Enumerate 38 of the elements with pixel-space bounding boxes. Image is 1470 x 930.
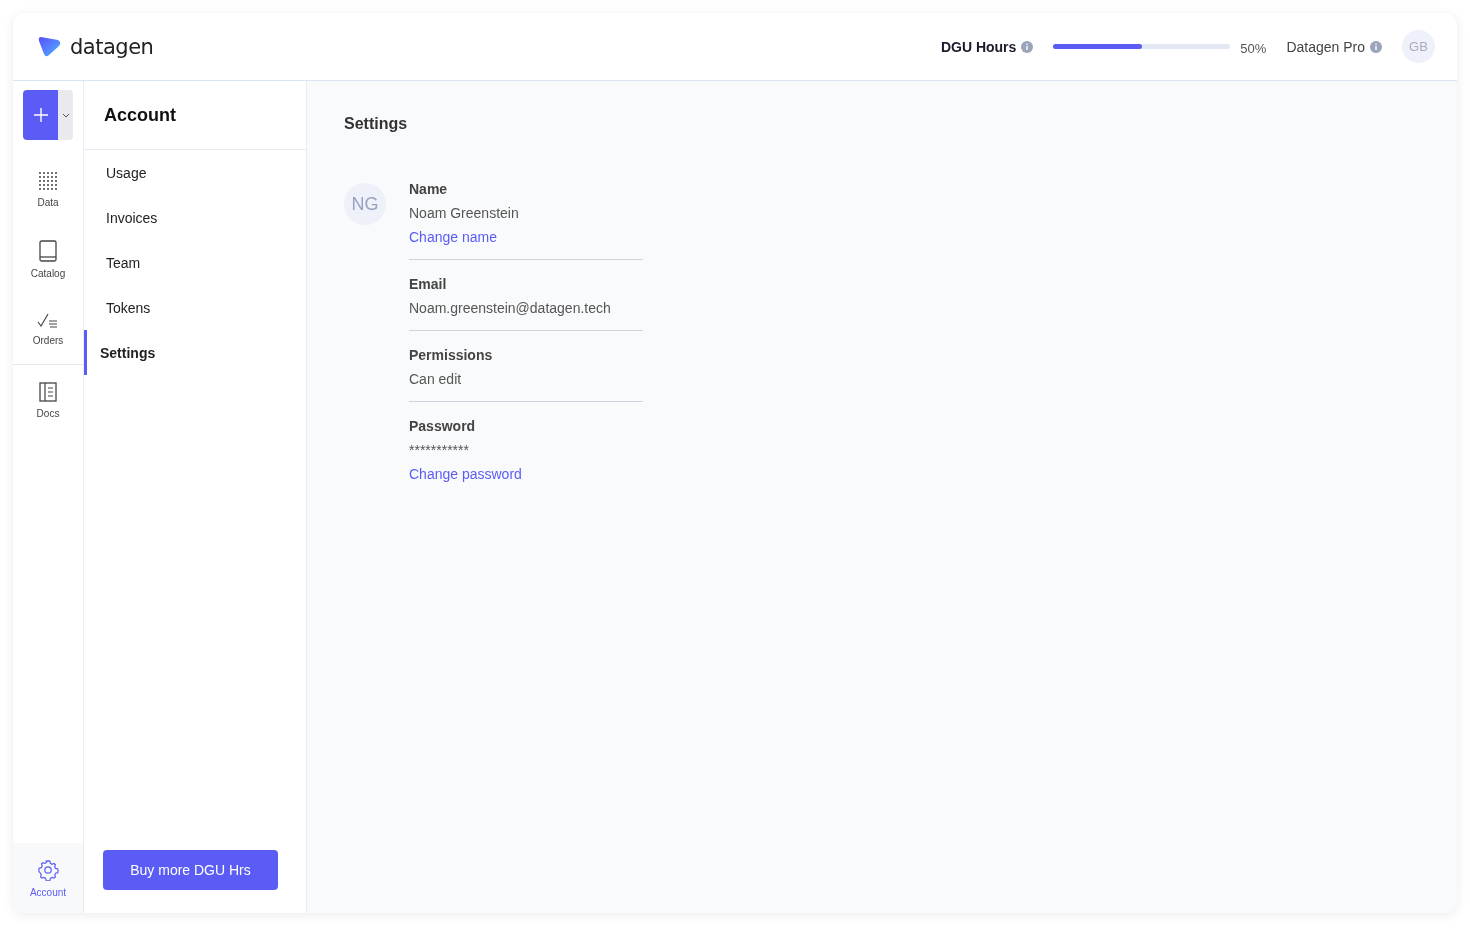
field-label: Permissions: [409, 347, 494, 363]
field-label: Password: [409, 418, 477, 434]
buy-more-button[interactable]: Buy more DGU Hrs: [103, 850, 278, 890]
grid-dots-icon: [38, 170, 58, 191]
gear-icon: [37, 858, 59, 881]
field-value: ***********: [409, 442, 470, 458]
add-button[interactable]: [23, 90, 58, 140]
plus-icon: [33, 108, 48, 122]
info-icon[interactable]: [1021, 40, 1034, 53]
nav-item[interactable]: Data: [13, 154, 83, 224]
menu-item[interactable]: Invoices: [84, 195, 306, 240]
menu-item[interactable]: Usage: [84, 150, 306, 195]
brand-name: datagen: [70, 34, 154, 59]
checklist-icon: [37, 312, 59, 329]
hours-label: DGU Hours: [940, 38, 1017, 55]
nav-item[interactable]: Catalog: [13, 224, 83, 294]
document-icon: [39, 381, 57, 402]
nav-item[interactable]: Orders: [13, 294, 83, 365]
field-value: Noam Greenstein: [409, 205, 520, 221]
logo-icon: [38, 35, 62, 58]
caret-icon: [61, 112, 70, 118]
field-label: Name: [409, 181, 449, 197]
plan-label: Datagen Pro: [1286, 38, 1365, 55]
change-link[interactable]: Change password: [409, 466, 643, 482]
percent-text: 50%: [1240, 40, 1267, 56]
profile-avatar: NG: [344, 183, 386, 225]
field-value: Can edit: [409, 371, 463, 387]
field-value: Noam.greenstein@datagen.tech: [409, 300, 612, 316]
field-label: Email: [409, 276, 448, 292]
info-icon[interactable]: [1370, 40, 1382, 53]
section-title: Account: [84, 81, 306, 150]
account-nav-item[interactable]: Account: [13, 843, 83, 913]
menu-item[interactable]: Tokens: [84, 285, 306, 330]
change-link[interactable]: Change name: [409, 229, 643, 245]
menu-item[interactable]: Team: [84, 240, 306, 285]
nav-item[interactable]: Docs: [13, 365, 83, 435]
book-icon: [38, 239, 58, 262]
page-title: Settings: [344, 115, 409, 133]
